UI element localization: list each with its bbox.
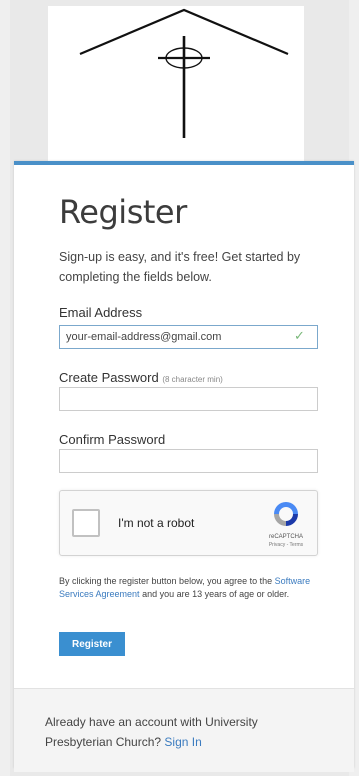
recaptcha-checkbox[interactable] (72, 509, 100, 537)
footer-message: Already have an account with University … (45, 715, 258, 749)
recaptcha-widget: I'm not a robot reCAPTCHA Privacy - Term… (59, 490, 318, 556)
recaptcha-privacy-terms[interactable]: Privacy - Terms (260, 542, 312, 548)
left-margin (0, 0, 10, 776)
register-card: Register Sign-up is easy, and it's free!… (14, 161, 354, 772)
checkmark-icon: ✓ (294, 328, 305, 343)
page-title: Register (59, 193, 187, 231)
password-label: Create Password (8 character min) (59, 370, 223, 385)
register-page: Register Sign-up is easy, and it's free!… (0, 0, 359, 776)
recaptcha-icon (274, 502, 298, 526)
confirm-password-label: Confirm Password (59, 432, 166, 447)
email-value: your-email-address@gmail.com (66, 331, 222, 343)
password-hint: (8 character min) (162, 375, 223, 384)
footer-text: Already have an account with University … (45, 712, 325, 752)
recaptcha-brand: reCAPTCHA (268, 534, 303, 540)
email-label: Email Address (59, 305, 143, 320)
signin-link[interactable]: Sign In (164, 735, 201, 749)
password-field[interactable] (59, 387, 318, 411)
recaptcha-label: I'm not a robot (118, 516, 195, 530)
legal-suffix: and you are 13 years of age or older. (142, 589, 290, 599)
confirm-password-field[interactable] (59, 449, 318, 473)
register-button[interactable]: Register (59, 632, 125, 656)
email-field[interactable]: your-email-address@gmail.com (59, 325, 318, 349)
steeple-cross-icon (79, 8, 289, 138)
legal-prefix: By clicking the register button below, y… (59, 576, 273, 586)
password-label-text: Create Password (59, 370, 159, 385)
signin-footer: Already have an account with University … (14, 688, 354, 772)
church-logo (48, 6, 304, 162)
legal-notice: By clicking the register button below, y… (59, 575, 321, 601)
register-subtitle: Sign-up is easy, and it's free! Get star… (59, 250, 301, 284)
